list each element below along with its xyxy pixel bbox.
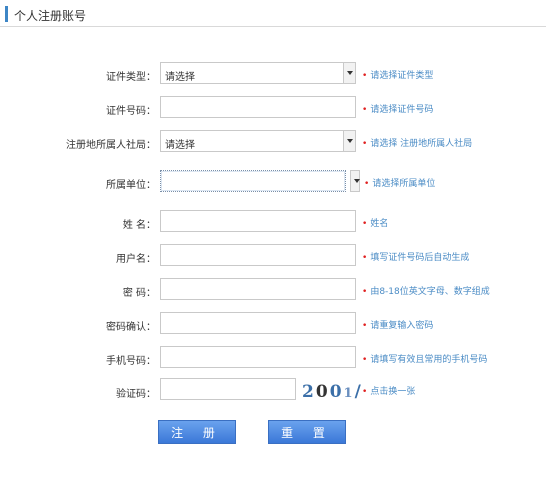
username-label: 用户名： — [116, 254, 156, 265]
social-bureau-select[interactable]: 请选择 — [160, 130, 356, 152]
password-confirm-label: 密码确认： — [106, 322, 156, 333]
required-star-icon: • — [362, 355, 368, 365]
register-button[interactable]: 注 册 — [158, 420, 236, 444]
chevron-down-icon[interactable] — [351, 171, 360, 191]
row-password-confirm: 密码确认： • 请重复输入密码 — [0, 312, 546, 336]
chevron-down-icon[interactable] — [343, 131, 355, 151]
phone-hint: • 请填写有效且常用的手机号码 — [362, 355, 488, 365]
required-star-icon: • — [362, 71, 368, 81]
social-bureau-select-value: 请选择 — [165, 140, 195, 151]
id-type-select-value: 请选择 — [165, 72, 195, 83]
row-id-type: 证件类型： 请选择 • 请选择证件类型 — [0, 62, 546, 86]
username-input[interactable] — [160, 244, 356, 266]
id-type-select[interactable]: 请选择 — [160, 62, 356, 84]
required-star-icon: • — [362, 139, 368, 149]
social-bureau-hint: • 请选择 注册地所属人社局 — [362, 139, 473, 149]
row-social-bureau: 注册地所属人社局： 请选择 • 请选择 注册地所属人社局 — [0, 130, 546, 154]
required-star-icon: • — [362, 105, 368, 115]
unit-input[interactable] — [160, 170, 346, 192]
captcha-input[interactable] — [160, 378, 296, 400]
name-hint: • 姓名 — [362, 219, 389, 229]
chevron-down-icon[interactable] — [343, 63, 355, 83]
unit-dropdown-button[interactable] — [350, 170, 360, 192]
captcha-label: 验证码： — [116, 389, 156, 400]
id-number-label: 证件号码： — [106, 106, 156, 117]
id-number-hint: • 请选择证件号码 — [362, 105, 434, 115]
required-star-icon: • — [362, 287, 368, 297]
row-name: 姓 名： • 姓名 — [0, 210, 546, 234]
password-confirm-hint: • 请重复输入密码 — [362, 321, 434, 331]
password-input[interactable] — [160, 278, 356, 300]
password-confirm-input[interactable] — [160, 312, 356, 334]
id-type-hint: • 请选择证件类型 — [362, 71, 434, 81]
password-label: 密 码： — [122, 288, 156, 299]
phone-input[interactable] — [160, 346, 356, 368]
username-hint: • 填写证件号码后自动生成 — [362, 253, 470, 263]
required-star-icon: • — [362, 321, 368, 331]
required-star-icon: • — [362, 387, 368, 397]
id-number-input[interactable] — [160, 96, 356, 118]
reset-button[interactable]: 重 置 — [268, 420, 346, 444]
name-label: 姓 名： — [122, 220, 156, 231]
social-bureau-label: 注册地所属人社局： — [66, 140, 156, 151]
required-star-icon: • — [362, 253, 368, 263]
row-unit: 所属单位： • 请选择所属单位 — [0, 170, 546, 194]
row-username: 用户名： • 填写证件号码后自动生成 — [0, 244, 546, 268]
captcha-image[interactable]: 2001/ — [298, 381, 363, 403]
name-input[interactable] — [160, 210, 356, 232]
header-accent-bar — [5, 6, 8, 22]
required-star-icon: • — [362, 219, 368, 229]
captcha-image-text: 2001/ — [302, 382, 363, 402]
id-type-label: 证件类型： — [106, 72, 156, 83]
required-star-icon: • — [364, 179, 370, 189]
page-header: 个人注册账号 — [0, 0, 546, 27]
unit-label: 所属单位： — [106, 180, 156, 191]
row-id-number: 证件号码： • 请选择证件号码 — [0, 96, 546, 120]
password-hint: • 由8-18位英文字母、数字组成 — [362, 287, 490, 297]
captcha-hint[interactable]: • 点击换一张 — [362, 384, 415, 397]
phone-label: 手机号码： — [106, 356, 156, 367]
row-phone: 手机号码： • 请填写有效且常用的手机号码 — [0, 346, 546, 370]
page-title: 个人注册账号 — [14, 9, 87, 23]
unit-hint: • 请选择所属单位 — [364, 179, 436, 189]
row-password: 密 码： • 由8-18位英文字母、数字组成 — [0, 278, 546, 302]
row-captcha: 验证码： 2001/ • 点击换一张 — [0, 378, 546, 402]
